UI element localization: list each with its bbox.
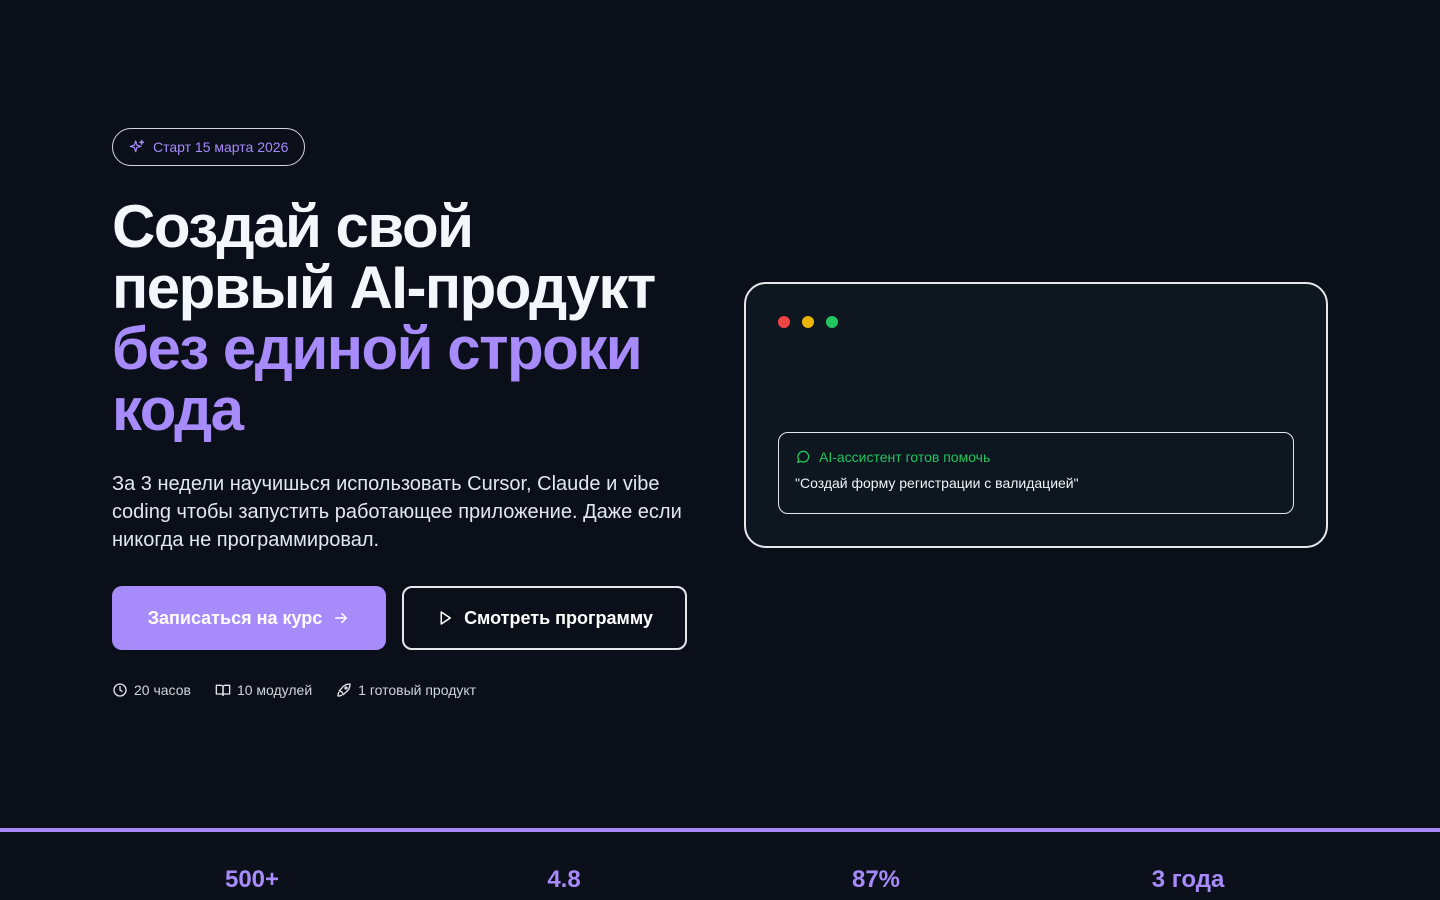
hero-headline: Создай свой первый AI-продукт без единой… — [112, 196, 712, 440]
course-meta: 20 часов 10 модулей 1 готовый продукт — [112, 682, 476, 698]
stat-experience: 3 года — [1151, 866, 1225, 893]
hero-description: За 3 недели научишься использовать Curso… — [112, 473, 682, 551]
view-program-button-label: Смотреть программу — [464, 607, 653, 628]
headline-line-3: без единой строки — [112, 315, 643, 382]
assistant-status: AI-ассистент готов помочь — [819, 449, 991, 465]
chat-bubble-icon — [797, 450, 810, 463]
meta-modules-label: 10 модулей — [236, 682, 313, 698]
window-controls — [778, 316, 838, 328]
minimize-dot — [802, 316, 814, 328]
ai-editor-mockup: AI-ассистент готов помочь "Создай форму … — [744, 282, 1328, 548]
rocket-icon — [337, 683, 351, 697]
view-program-button[interactable]: Смотреть программу — [402, 586, 687, 650]
headline-line-2: первый AI-продукт — [112, 254, 656, 321]
assistant-chat-card: AI-ассистент готов помочь "Создай форму … — [778, 432, 1294, 514]
meta-product: 1 готовый продукт — [336, 682, 476, 698]
meta-duration-label: 20 часов — [134, 682, 191, 698]
book-icon — [215, 684, 231, 696]
maximize-dot — [826, 316, 838, 328]
badge-label: Старт 15 марта 2026 — [153, 139, 289, 155]
sparkles-icon — [129, 139, 145, 153]
headline-line-1: Создай свой — [112, 193, 474, 260]
stat-completion: 87% — [851, 866, 901, 893]
arrow-right-icon — [335, 612, 348, 624]
meta-modules: 10 модулей — [215, 682, 312, 698]
assistant-prompt: "Создай форму регистрации с валидацией" — [795, 475, 1079, 491]
stat-students: 500+ — [224, 866, 280, 893]
close-dot — [778, 316, 790, 328]
assistant-header: AI-ассистент готов помочь — [795, 449, 1277, 465]
page: Старт 15 марта 2026 Создай свой первый A… — [0, 0, 1440, 900]
enroll-button[interactable]: Записаться на курс — [112, 586, 386, 650]
meta-duration: 20 часов — [112, 682, 191, 698]
enroll-button-label: Записаться на курс — [147, 607, 323, 628]
start-date-badge: Старт 15 марта 2026 — [112, 128, 306, 166]
headline-line-4: кода — [112, 376, 244, 443]
meta-product-label: 1 готовый продукт — [358, 682, 477, 698]
play-icon — [440, 611, 452, 625]
stat-rating: 4.8 — [547, 866, 581, 893]
clock-icon — [113, 683, 127, 697]
